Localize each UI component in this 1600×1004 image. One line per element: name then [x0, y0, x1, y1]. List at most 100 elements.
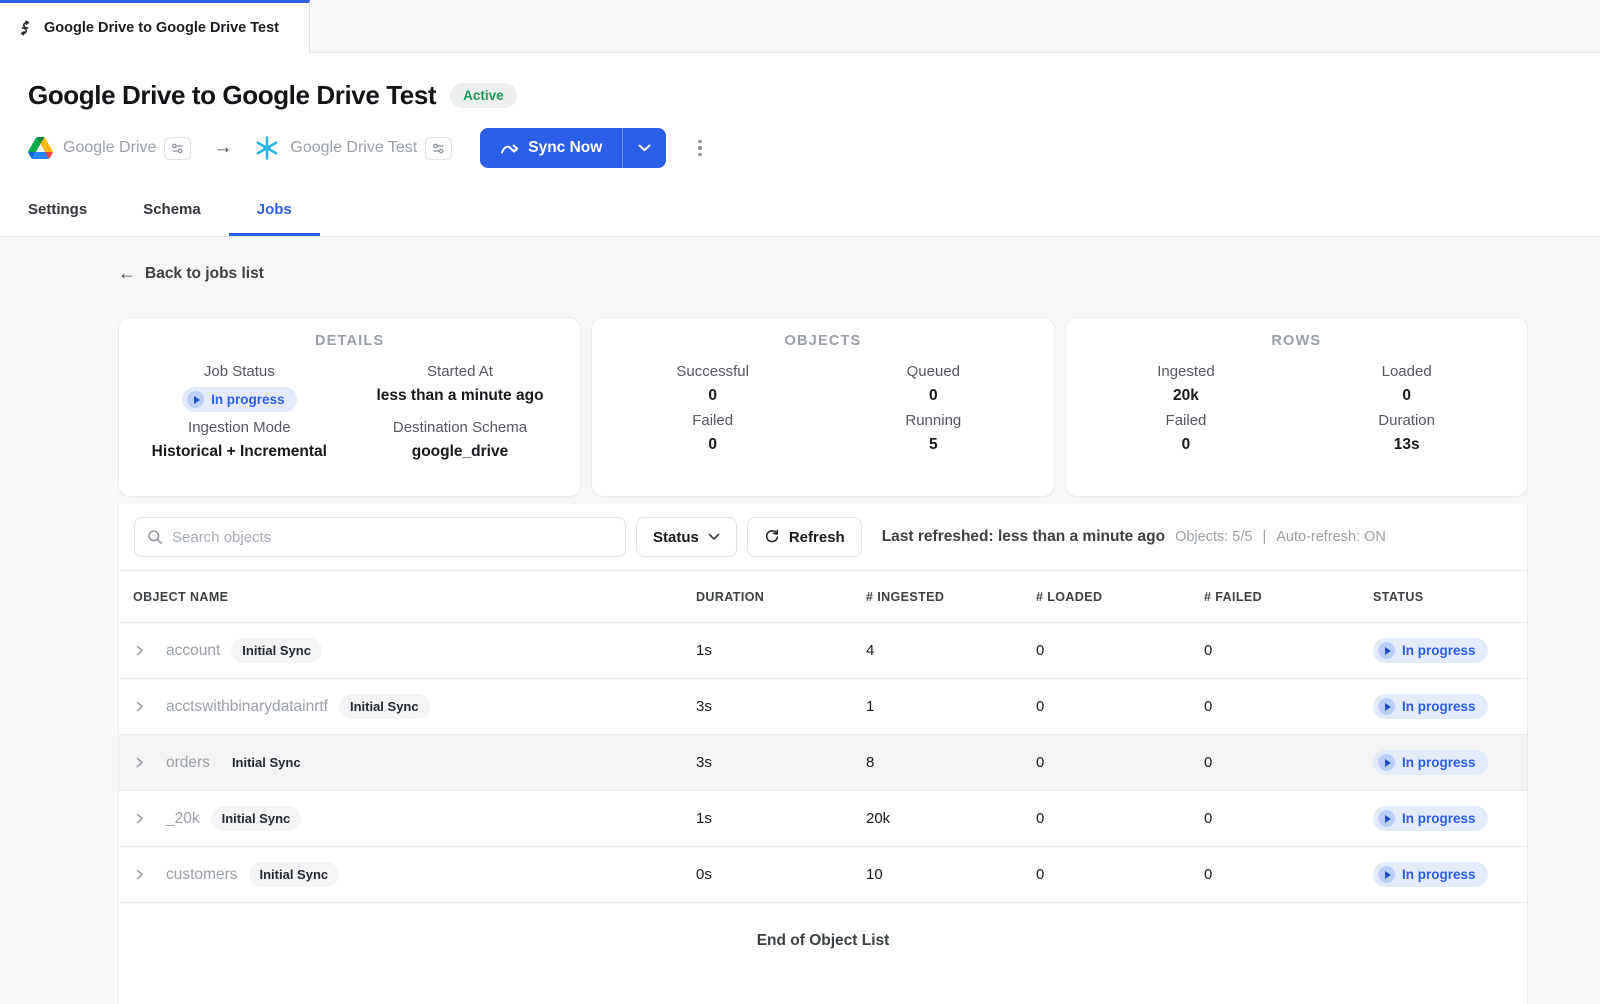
pipeline-tab[interactable]: Google Drive to Google Drive Test: [0, 0, 310, 53]
ingested-cell: 10: [866, 866, 1036, 883]
sync-now-label: Sync Now: [528, 139, 602, 157]
destination-settings-button[interactable]: [425, 137, 452, 160]
refresh-icon: [764, 529, 780, 545]
sync-type-badge: Initial Sync: [249, 862, 340, 887]
page-header: Google Drive to Google Drive Test Active…: [0, 53, 1600, 185]
meta-separator: |: [1262, 529, 1266, 545]
duration-value: 13s: [1296, 436, 1517, 454]
page-title: Google Drive to Google Drive Test: [28, 80, 436, 111]
sync-now-button[interactable]: Sync Now: [480, 128, 622, 168]
back-arrow-icon: ←: [118, 263, 136, 284]
refresh-meta: Last refreshed: less than a minute ago O…: [882, 528, 1386, 546]
table-row[interactable]: account Initial Sync 1s 4 0 0 In progres…: [119, 622, 1527, 678]
chevron-right-icon[interactable]: [133, 644, 153, 657]
table-body: account Initial Sync 1s 4 0 0 In progres…: [119, 622, 1527, 902]
objects-failed-label: Failed: [602, 412, 823, 429]
rows-failed-value: 0: [1076, 436, 1297, 454]
refresh-button[interactable]: Refresh: [747, 517, 862, 557]
ingestion-mode-value: Historical + Incremental: [129, 443, 350, 461]
chevron-right-icon[interactable]: [133, 756, 153, 769]
rows-failed-label: Failed: [1076, 412, 1297, 429]
col-failed: # FAILED: [1204, 590, 1373, 604]
status-label: In progress: [1402, 699, 1476, 714]
sync-options-button[interactable]: [622, 128, 666, 168]
status-badge: In progress: [1373, 750, 1488, 775]
table-row[interactable]: orders Initial Sync 3s 8 0 0 In progress: [119, 734, 1527, 790]
table-row[interactable]: _20k Initial Sync 1s 20k 0 0 In progress: [119, 790, 1527, 846]
rows-card-title: ROWS: [1076, 333, 1517, 349]
objects-failed-value: 0: [602, 436, 823, 454]
ingested-label: Ingested: [1076, 363, 1297, 380]
section-tabs: Settings Schema Jobs: [0, 185, 1600, 237]
ingested-cell: 1: [866, 698, 1036, 715]
running-value: 5: [823, 436, 1044, 454]
table-header: OBJECT NAME DURATION # INGESTED # LOADED…: [119, 570, 1527, 622]
successful-value: 0: [602, 387, 823, 405]
failed-cell: 0: [1204, 754, 1373, 771]
status-badge: In progress: [1373, 806, 1488, 831]
kebab-menu-icon[interactable]: [692, 134, 708, 163]
pipeline-tab-label: Google Drive to Google Drive Test: [44, 20, 279, 36]
status-filter-button[interactable]: Status: [636, 517, 737, 557]
status-label: In progress: [1402, 867, 1476, 882]
loaded-cell: 0: [1036, 754, 1204, 771]
progress-icon: [187, 391, 204, 408]
queued-label: Queued: [823, 363, 1044, 380]
status-badge: In progress: [1373, 638, 1488, 663]
tab-settings[interactable]: Settings: [0, 185, 115, 236]
back-link-label: Back to jobs list: [145, 265, 264, 283]
search-box[interactable]: [134, 517, 626, 557]
failed-cell: 0: [1204, 698, 1373, 715]
details-card: DETAILS Job Status In progress Started A…: [118, 317, 581, 497]
summary-cards: DETAILS Job Status In progress Started A…: [118, 317, 1528, 497]
chevron-right-icon[interactable]: [133, 700, 153, 713]
loaded-label: Loaded: [1296, 363, 1517, 380]
ingestion-mode-label: Ingestion Mode: [129, 419, 350, 436]
ingested-cell: 20k: [866, 810, 1036, 827]
chevron-right-icon[interactable]: [133, 868, 153, 881]
object-name: acctswithbinarydatainrtf: [166, 698, 328, 716]
col-loaded: # LOADED: [1036, 590, 1204, 604]
col-object-name: OBJECT NAME: [133, 590, 696, 604]
status-label: In progress: [1402, 811, 1476, 826]
browser-tab-strip: Google Drive to Google Drive Test: [0, 0, 1600, 53]
status-label: In progress: [1402, 755, 1476, 770]
ingested-cell: 4: [866, 642, 1036, 659]
sync-type-badge: Initial Sync: [211, 806, 302, 831]
loaded-value: 0: [1296, 387, 1517, 405]
source-settings-button[interactable]: [164, 137, 191, 160]
status-badge: In progress: [1373, 862, 1488, 887]
sync-type-badge: Initial Sync: [339, 694, 430, 719]
duration-label: Duration: [1296, 412, 1517, 429]
progress-icon: [1378, 810, 1395, 827]
ingested-cell: 8: [866, 754, 1036, 771]
table-row[interactable]: acctswithbinarydatainrtf Initial Sync 3s…: [119, 678, 1527, 734]
started-at-label: Started At: [350, 363, 571, 380]
objects-panel: Status Refresh Last refreshed: less t: [118, 504, 1528, 1004]
progress-icon: [1378, 698, 1395, 715]
running-label: Running: [823, 412, 1044, 429]
duration-cell: 1s: [696, 810, 866, 827]
objects-count-text: Objects: 5/5: [1175, 529, 1252, 545]
back-to-jobs-link[interactable]: ← Back to jobs list: [118, 263, 264, 284]
sync-type-badge: Initial Sync: [231, 638, 322, 663]
loaded-cell: 0: [1036, 866, 1204, 883]
objects-card-title: OBJECTS: [602, 333, 1043, 349]
ingested-value: 20k: [1076, 387, 1297, 405]
tab-jobs[interactable]: Jobs: [229, 185, 320, 236]
failed-cell: 0: [1204, 810, 1373, 827]
loaded-cell: 0: [1036, 642, 1204, 659]
objects-card: OBJECTS Successful 0 Queued 0 Failed 0 R…: [591, 317, 1054, 497]
job-status-label: Job Status: [129, 363, 350, 380]
status-filter-label: Status: [653, 529, 699, 546]
refresh-label: Refresh: [789, 529, 845, 546]
search-input[interactable]: [172, 529, 613, 546]
chevron-down-icon: [708, 533, 720, 541]
tab-schema[interactable]: Schema: [115, 185, 229, 236]
failed-cell: 0: [1204, 642, 1373, 659]
successful-label: Successful: [602, 363, 823, 380]
chevron-right-icon[interactable]: [133, 812, 153, 825]
table-row[interactable]: customers Initial Sync 0s 10 0 0 In prog…: [119, 846, 1527, 902]
loaded-cell: 0: [1036, 810, 1204, 827]
source-name: Google Drive: [63, 139, 156, 157]
